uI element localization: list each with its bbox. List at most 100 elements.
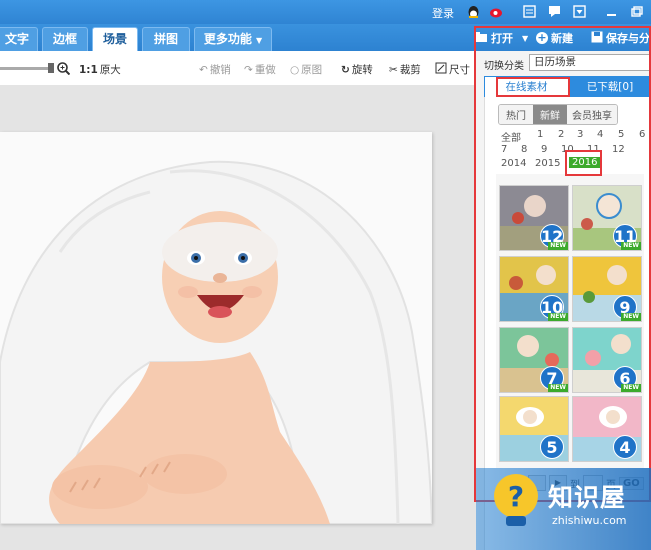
year-item[interactable]: 5 <box>618 129 624 140</box>
redo-button[interactable]: ↷ 重做 <box>244 62 276 77</box>
document-icon[interactable] <box>522 4 537 19</box>
new-badge: NEW <box>621 242 641 250</box>
thumbnail[interactable]: 9 NEW <box>572 256 642 322</box>
menu-dropdown-icon[interactable] <box>572 4 587 19</box>
year-item[interactable]: 4 <box>597 129 603 140</box>
year-item[interactable]: 12 <box>612 144 625 155</box>
rotate-icon: ↻ <box>341 63 350 76</box>
filter-vip[interactable]: 会员独享 <box>567 105 617 124</box>
new-button[interactable]: + 新建 <box>536 30 573 46</box>
rotate-button[interactable]: ↻ 旋转 <box>341 62 373 77</box>
save-icon <box>591 31 603 46</box>
message-icon[interactable] <box>547 4 562 19</box>
crop-button[interactable]: ✂ 裁剪 <box>389 62 421 77</box>
open-label: 打开 <box>491 32 513 45</box>
filter-fresh[interactable]: 新鲜 <box>533 105 567 124</box>
save-label: 保存与分 <box>606 32 650 45</box>
site-watermark: ? 知识屋 zhishiwu.com <box>476 462 651 550</box>
menu-bar: 文字 边框 场景 拼图 更多功能 ▼ 打开 ▼ + 新建 保存与分 <box>0 24 651 51</box>
watermark-title: 知识屋 <box>548 483 627 512</box>
tab-more-features[interactable]: 更多功能 ▼ <box>194 27 272 51</box>
thumbnail[interactable]: 10 NEW <box>499 256 569 322</box>
save-share-button[interactable]: 保存与分 <box>591 30 650 46</box>
zoom-slider-handle[interactable] <box>48 63 54 73</box>
weibo-icon[interactable] <box>489 4 504 19</box>
category-select-value: 日历场景 <box>534 56 576 68</box>
new-label: 新建 <box>551 32 573 45</box>
zoom-in-icon <box>57 62 71 78</box>
undo-button[interactable]: ↶ 撤销 <box>199 62 231 77</box>
thumbnail[interactable]: 4 <box>572 396 642 462</box>
reset-icon: ○ <box>290 63 300 76</box>
tab-more-label: 更多功能 <box>203 32 252 46</box>
one-to-one-label: 1:1 <box>79 63 98 76</box>
switch-category-label: 切换分类 <box>484 61 524 72</box>
restore-icon[interactable] <box>629 4 644 19</box>
year-item[interactable]: 2015 <box>535 158 560 169</box>
resize-button[interactable]: 尺寸 <box>435 62 470 77</box>
original-size-button[interactable]: 1:1 原大 <box>79 62 121 77</box>
reset-original-button[interactable]: ○ 原图 <box>290 62 322 77</box>
filter-group: 热门 新鲜 会员独享 <box>498 104 618 125</box>
title-bar: 登录 <box>0 0 651 24</box>
tab-online-materials[interactable]: 在线素材 <box>484 76 569 98</box>
scissors-icon: ✂ <box>389 63 398 76</box>
tab-downloaded[interactable]: 已下载[0] <box>569 76 651 98</box>
category-select[interactable]: 日历场景 <box>529 54 651 71</box>
new-badge: NEW <box>548 313 568 321</box>
thumbnail-number: 4 <box>613 435 637 459</box>
year-item[interactable]: 7 <box>501 144 507 155</box>
original-size-label: 原大 <box>99 64 121 76</box>
thumbnail-number: 5 <box>540 435 564 459</box>
baby-photo[interactable] <box>0 132 432 524</box>
thumbnail[interactable]: 5 <box>499 396 569 462</box>
redo-icon: ↷ <box>244 63 253 76</box>
thumbnail[interactable]: 6 NEW <box>572 327 642 393</box>
login-link[interactable]: 登录 <box>432 5 454 21</box>
year-item[interactable]: 1 <box>537 129 543 140</box>
year-item[interactable]: 11 <box>587 144 600 155</box>
folder-icon <box>474 31 488 46</box>
reset-label: 原图 <box>301 64 323 76</box>
tab-downloaded-label: 已下载[0] <box>586 81 634 93</box>
resize-label: 尺寸 <box>449 64 470 76</box>
new-badge: NEW <box>621 313 641 321</box>
year-item[interactable]: 3 <box>577 129 583 140</box>
tab-collage[interactable]: 拼图 <box>142 27 190 51</box>
undo-icon: ↶ <box>199 63 208 76</box>
new-badge: NEW <box>548 242 568 250</box>
year-item[interactable]: 6 <box>639 129 645 140</box>
plus-icon: + <box>536 31 548 44</box>
thumbnail[interactable]: 7 NEW <box>499 327 569 393</box>
chevron-down-icon: ▼ <box>256 36 263 45</box>
year-item[interactable]: 2014 <box>501 158 526 169</box>
year-item[interactable]: 全部 <box>501 129 521 144</box>
tab-online-label: 在线素材 <box>505 81 548 93</box>
resize-icon <box>435 62 447 77</box>
watermark-domain: zhishiwu.com <box>552 514 627 527</box>
tab-frame[interactable]: 边框 <box>42 27 88 51</box>
thumbnail[interactable]: 11 NEW <box>572 185 642 251</box>
year-item[interactable]: 10 <box>561 144 574 155</box>
qq-icon[interactable] <box>466 4 481 19</box>
minimize-icon[interactable] <box>604 4 619 19</box>
open-button[interactable]: 打开 ▼ <box>474 30 528 46</box>
svg-text:?: ? <box>508 480 524 513</box>
editing-canvas[interactable] <box>0 85 476 550</box>
year-item-selected[interactable]: 2016 <box>569 157 601 168</box>
zoom-slider[interactable] <box>0 67 52 70</box>
undo-label: 撤销 <box>209 64 231 76</box>
edit-toolbar: 1:1 原大 ↶ 撤销 ↷ 重做 ○ 原图 ↻ 旋转 ✂ 裁剪 尺寸 <box>0 51 476 85</box>
year-item[interactable]: 9 <box>541 144 547 155</box>
thumbnail[interactable]: 12 NEW <box>499 185 569 251</box>
year-item[interactable]: 8 <box>521 144 527 155</box>
zoom-in-button[interactable] <box>57 62 71 78</box>
tab-scene[interactable]: 场景 <box>92 27 138 51</box>
rotate-label: 旋转 <box>351 64 373 76</box>
tab-text[interactable]: 文字 <box>0 27 38 51</box>
chevron-down-icon: ▼ <box>522 33 529 43</box>
filter-hot[interactable]: 热门 <box>499 105 533 124</box>
redo-label: 重做 <box>254 64 276 76</box>
new-badge: NEW <box>621 384 641 392</box>
year-item[interactable]: 2 <box>558 129 564 140</box>
